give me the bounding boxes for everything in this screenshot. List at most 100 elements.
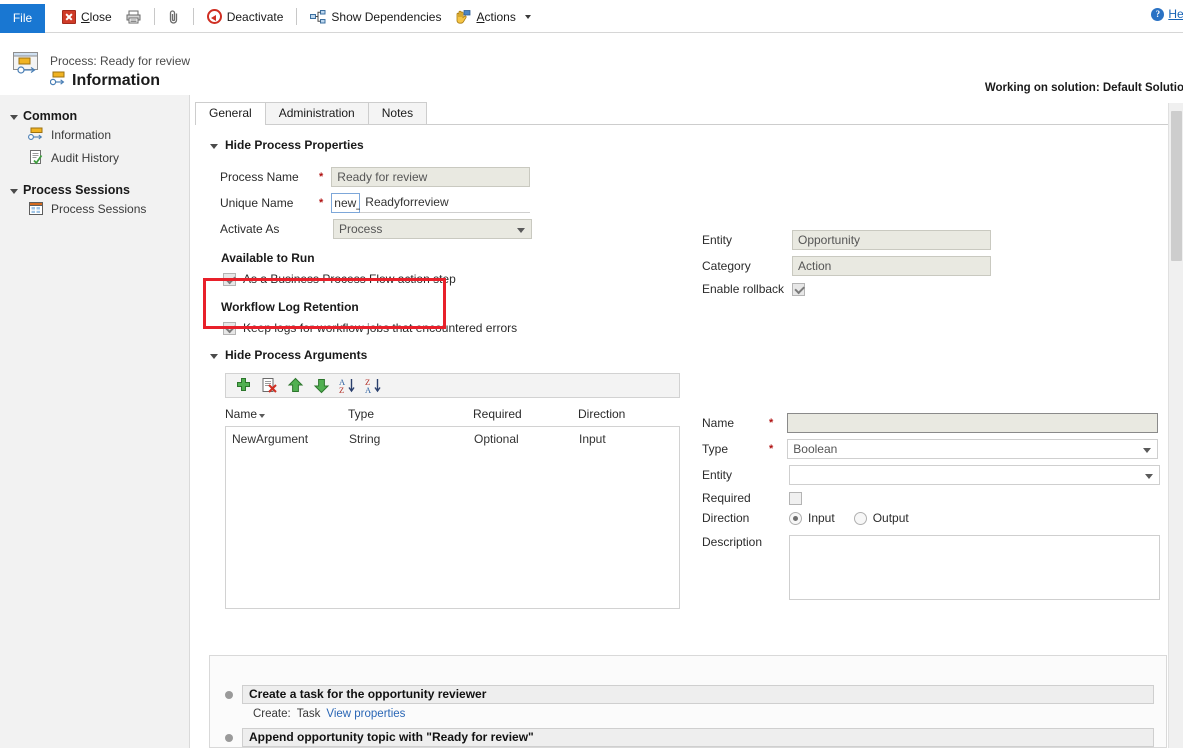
cell-type: String xyxy=(349,432,474,446)
close-button-label: Close xyxy=(81,10,112,24)
bpf-action-step-label: As a Business Process Flow action step xyxy=(243,272,456,286)
file-menu-tab[interactable]: File xyxy=(0,4,45,33)
category-input[interactable]: Action xyxy=(792,256,991,276)
direction-output-option[interactable]: Output xyxy=(854,511,909,525)
print-button[interactable] xyxy=(119,7,148,27)
process-small-icon xyxy=(50,71,66,91)
step-bullet-icon xyxy=(225,734,233,742)
log-retention-label: Workflow Log Retention xyxy=(221,300,532,314)
argument-detail-panel: Name * Type * Boolean Entity xyxy=(702,413,1160,600)
process-name-input[interactable]: Ready for review xyxy=(331,167,530,187)
deactivate-button-label: Deactivate xyxy=(227,10,284,24)
unique-name-prefix: new_ xyxy=(331,193,360,213)
nav-group-common: Common Information xyxy=(0,109,189,169)
step-1-action: Create: xyxy=(253,708,291,720)
argument-required-checkbox[interactable] xyxy=(789,492,802,505)
sort-ascending-button[interactable]: A Z xyxy=(339,377,356,394)
sidebar-item-information[interactable]: Information xyxy=(0,123,189,146)
sidebar-item-label: Process Sessions xyxy=(51,202,146,216)
move-down-button[interactable] xyxy=(313,377,330,394)
available-to-run-option[interactable]: As a Business Process Flow action step xyxy=(223,272,532,286)
step-2-title[interactable]: Append opportunity topic with "Ready for… xyxy=(242,728,1154,747)
left-navigation: Common Information xyxy=(0,95,190,748)
activate-as-dropdown[interactable]: Process xyxy=(333,219,532,239)
argument-required-label: Required xyxy=(702,491,789,505)
sidebar-item-label: Audit History xyxy=(51,151,119,165)
required-indicator: * xyxy=(769,443,773,455)
vertical-scrollbar[interactable] xyxy=(1168,103,1183,748)
log-retention-option[interactable]: Keep logs for workflow jobs that encount… xyxy=(223,321,532,335)
arguments-grid-header: Name Type Required Direction xyxy=(225,407,680,421)
nav-group-header-process-sessions[interactable]: Process Sessions xyxy=(0,183,189,197)
toggle-process-arguments-label: Hide Process Arguments xyxy=(225,348,367,362)
scrollbar-thumb[interactable] xyxy=(1171,111,1182,261)
argument-entity-dropdown[interactable] xyxy=(789,465,1160,485)
cell-required: Optional xyxy=(474,432,579,446)
sidebar-item-audit-history[interactable]: Audit History xyxy=(0,146,189,169)
bpf-action-step-checkbox[interactable] xyxy=(223,273,236,286)
cell-name: NewArgument xyxy=(226,432,349,446)
add-argument-button[interactable] xyxy=(235,377,252,394)
activate-as-value: Process xyxy=(339,222,382,236)
move-up-button[interactable] xyxy=(287,377,304,394)
direction-output-radio[interactable] xyxy=(854,512,867,525)
nav-group-label: Common xyxy=(23,109,77,123)
field-enable-rollback: Enable rollback xyxy=(702,282,991,296)
tab-notes[interactable]: Notes xyxy=(368,102,427,124)
enable-rollback-checkbox[interactable] xyxy=(792,283,805,296)
help-link[interactable]: ? Help xyxy=(1151,7,1183,21)
close-button[interactable]: Close xyxy=(55,7,119,27)
step-1-title[interactable]: Create a task for the opportunity review… xyxy=(242,685,1154,704)
step-1-view-properties-link[interactable]: View properties xyxy=(326,708,405,720)
chevron-down-icon xyxy=(1143,448,1151,453)
field-argument-description: Description xyxy=(702,535,1160,600)
tab-general[interactable]: General xyxy=(195,102,266,124)
sidebar-item-process-sessions[interactable]: Process Sessions xyxy=(0,197,189,220)
dependencies-icon xyxy=(310,10,326,24)
entity-label: Entity xyxy=(702,233,792,247)
available-to-run-group: Available to Run As a Business Process F… xyxy=(221,251,532,286)
deactivate-button[interactable]: Deactivate xyxy=(200,6,291,27)
argument-description-textarea[interactable] xyxy=(789,535,1160,600)
close-x-icon xyxy=(62,10,76,24)
available-to-run-label: Available to Run xyxy=(221,251,532,265)
category-label: Category xyxy=(702,259,792,273)
process-sessions-icon xyxy=(28,201,44,216)
show-dependencies-button[interactable]: Show Dependencies xyxy=(303,7,448,27)
actions-hand-icon xyxy=(455,10,471,24)
column-header-direction[interactable]: Direction xyxy=(578,407,678,421)
process-properties-left-column: Process Name * Ready for review Unique N… xyxy=(220,167,532,335)
record-type-label: Process: Ready for review xyxy=(50,54,190,68)
column-header-name[interactable]: Name xyxy=(225,407,348,421)
sort-descending-button[interactable]: Z A xyxy=(365,377,382,394)
direction-input-radio[interactable] xyxy=(789,512,802,525)
column-header-type[interactable]: Type xyxy=(348,407,473,421)
argument-name-input[interactable] xyxy=(787,413,1158,433)
toggle-process-arguments[interactable]: Hide Process Arguments xyxy=(210,348,367,362)
direction-input-option[interactable]: Input xyxy=(789,511,835,525)
form-content-area: General Administration Notes Hide Proces… xyxy=(190,95,1183,748)
step-1-header: Create a task for the opportunity review… xyxy=(225,685,1154,704)
actions-button[interactable]: Actions xyxy=(448,7,537,27)
help-link-label: Help xyxy=(1168,7,1183,21)
table-row[interactable]: NewArgument String Optional Input xyxy=(226,427,679,446)
nav-group-header-common[interactable]: Common xyxy=(0,109,189,123)
audit-history-icon xyxy=(28,150,44,165)
toggle-process-properties-label: Hide Process Properties xyxy=(225,138,364,152)
argument-description-label: Description xyxy=(702,535,789,600)
print-icon xyxy=(126,10,141,24)
record-header: Process: Ready for review Information Wo… xyxy=(0,33,1183,95)
attach-button[interactable] xyxy=(161,6,187,28)
argument-direction-label: Direction xyxy=(702,511,789,525)
keep-logs-checkbox[interactable] xyxy=(223,322,236,335)
column-header-name-label: Name xyxy=(225,407,257,421)
tab-administration[interactable]: Administration xyxy=(265,102,369,124)
delete-argument-button[interactable] xyxy=(261,377,278,394)
toggle-process-properties[interactable]: Hide Process Properties xyxy=(210,138,364,152)
entity-input[interactable]: Opportunity xyxy=(792,230,991,250)
step-1-target: Task xyxy=(297,708,321,720)
column-header-required[interactable]: Required xyxy=(473,407,578,421)
argument-type-dropdown[interactable]: Boolean xyxy=(787,439,1158,459)
arguments-toolbar: A Z Z A xyxy=(225,373,680,398)
unique-name-input[interactable]: Readyforreview xyxy=(360,193,530,213)
